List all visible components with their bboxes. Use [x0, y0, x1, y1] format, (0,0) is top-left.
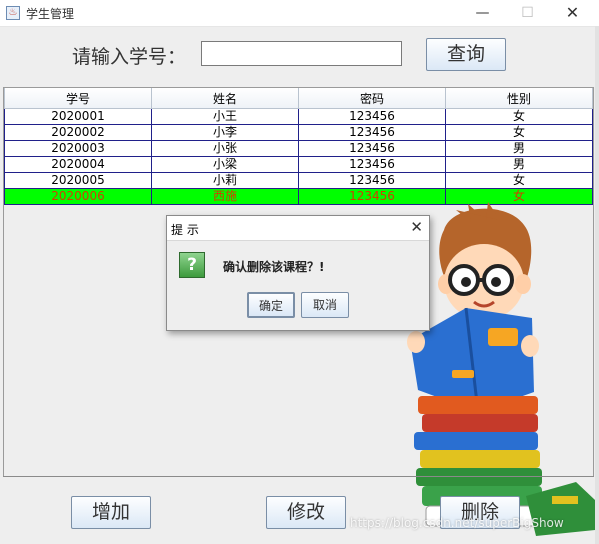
window-title: 学生管理 — [26, 7, 75, 21]
dialog-title-bar: 提 示 ✕ — [167, 216, 429, 241]
cell-gender[interactable]: 男 — [445, 156, 593, 173]
student-table: 学号 姓名 密码 性别 2020001 小王 123456 女 2020002 … — [4, 88, 593, 205]
dialog-message: 确认删除该课程？! — [223, 260, 325, 274]
cell-gender[interactable]: 女 — [445, 124, 593, 141]
window-edge — [595, 26, 599, 544]
cell-name[interactable]: 小李 — [151, 124, 299, 141]
footer-separator — [3, 476, 594, 477]
dialog-title: 提 示 — [171, 223, 199, 237]
cell-gender[interactable]: 男 — [445, 140, 593, 157]
cell-name[interactable]: 小王 — [151, 108, 299, 125]
cell-gender[interactable]: 女 — [445, 108, 593, 125]
column-header-id[interactable]: 学号 — [4, 88, 152, 109]
column-header-password[interactable]: 密码 — [298, 88, 446, 109]
cell-id[interactable]: 2020006 — [4, 188, 152, 205]
cell-id[interactable]: 2020004 — [4, 156, 152, 173]
title-bar: ♨ 学生管理 — ☐ ✕ — [0, 0, 599, 27]
confirm-dialog: 提 示 ✕ ? 确认删除该课程？! 确定 取消 — [166, 215, 430, 331]
cell-id[interactable]: 2020002 — [4, 124, 152, 141]
cell-name[interactable]: 西施 — [151, 188, 299, 205]
cell-id[interactable]: 2020001 — [4, 108, 152, 125]
table-row[interactable]: 2020001 小王 123456 女 — [4, 108, 593, 125]
dialog-close-icon[interactable]: ✕ — [410, 218, 423, 236]
question-icon: ? — [179, 252, 205, 278]
cell-password[interactable]: 123456 — [298, 156, 446, 173]
cell-name[interactable]: 小张 — [151, 140, 299, 157]
confirm-cancel-button[interactable]: 取消 — [301, 292, 349, 318]
cell-id[interactable]: 2020005 — [4, 172, 152, 189]
confirm-ok-button[interactable]: 确定 — [247, 292, 295, 318]
minimize-button[interactable]: — — [460, 0, 505, 26]
cell-name[interactable]: 小梁 — [151, 156, 299, 173]
close-button[interactable]: ✕ — [550, 0, 595, 26]
student-id-label: 请输入学号： — [72, 46, 187, 68]
cell-gender[interactable]: 女 — [445, 172, 593, 189]
cell-password[interactable]: 123456 — [298, 172, 446, 189]
table-row[interactable]: 2020003 小张 123456 男 — [4, 140, 593, 157]
cell-id[interactable]: 2020003 — [4, 140, 152, 157]
watermark-text: https://blog.csdn.net/superBigShow — [350, 516, 564, 530]
java-app-icon: ♨ — [6, 6, 20, 20]
cell-password[interactable]: 123456 — [298, 124, 446, 141]
edit-button[interactable]: 修改 — [266, 496, 346, 529]
table-row[interactable]: 2020002 小李 123456 女 — [4, 124, 593, 141]
column-header-name[interactable]: 姓名 — [151, 88, 299, 109]
search-button[interactable]: 查询 — [426, 38, 506, 71]
cell-password[interactable]: 123456 — [298, 108, 446, 125]
column-header-gender[interactable]: 性别 — [445, 88, 593, 109]
table-row[interactable]: 2020004 小梁 123456 男 — [4, 156, 593, 173]
maximize-button[interactable]: ☐ — [505, 0, 550, 26]
student-id-input[interactable] — [201, 41, 402, 66]
add-button[interactable]: 增加 — [71, 496, 151, 529]
cell-password[interactable]: 123456 — [298, 140, 446, 157]
table-row[interactable]: 2020005 小莉 123456 女 — [4, 172, 593, 189]
cell-name[interactable]: 小莉 — [151, 172, 299, 189]
